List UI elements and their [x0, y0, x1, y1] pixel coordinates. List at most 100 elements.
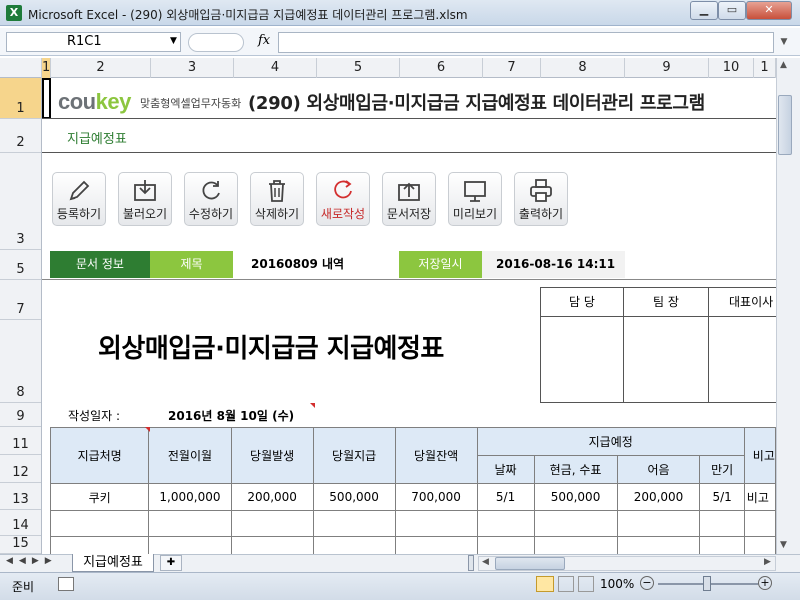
- scroll-right-icon[interactable]: ▶: [764, 557, 771, 567]
- header-bill: 어음: [616, 455, 701, 484]
- new-sheet-icon[interactable]: ✚: [160, 555, 182, 571]
- macro-record-icon[interactable]: [58, 577, 74, 591]
- table-row[interactable]: 쿠키 1,000,000 200,000 500,000 700,000 5/1…: [49, 483, 776, 511]
- column-header-cell[interactable]: 2: [51, 58, 151, 78]
- title-value[interactable]: 20160809 내역: [233, 251, 399, 278]
- row-header-cell[interactable]: 2: [0, 119, 41, 153]
- info-divider: [42, 279, 776, 280]
- cell-date[interactable]: 5/1: [476, 483, 535, 511]
- tab-split-handle[interactable]: [468, 555, 474, 571]
- row-header: 1 2 3 5 7 8 9 11 12 13 14 15: [0, 78, 42, 554]
- row-header-cell[interactable]: 14: [0, 510, 41, 536]
- preview-icon: [464, 181, 486, 202]
- scroll-up-icon[interactable]: ▲: [780, 60, 787, 70]
- schedule-table: 지급처명 전월이월 당월발생 당월지급 당월잔액 지급예정 비고 날짜 현금, …: [49, 427, 776, 554]
- cell-vendor[interactable]: 쿠키: [49, 483, 150, 511]
- column-header-cell[interactable]: 5: [317, 58, 400, 78]
- row-header-cell[interactable]: 9: [0, 403, 41, 427]
- row-header-cell[interactable]: 1: [0, 78, 41, 119]
- row-header-cell[interactable]: 15: [0, 536, 41, 554]
- preview-label: 미리보기: [452, 207, 498, 221]
- zoom-out-icon[interactable]: −: [640, 576, 654, 590]
- subtitle: 지급예정표: [67, 132, 127, 147]
- formula-input[interactable]: [278, 32, 774, 53]
- worksheet[interactable]: coukey 맞춤형엑셀업무자동화 (290) 외상매입금·미지급금 지급예정표…: [42, 78, 776, 554]
- header-balance: 당월잔액: [394, 427, 478, 484]
- row-header-cell[interactable]: 13: [0, 483, 41, 510]
- vertical-scroll-thumb[interactable]: [778, 95, 792, 155]
- delete-label: 삭제하기: [254, 207, 300, 221]
- row-header-cell[interactable]: 3: [0, 153, 41, 250]
- column-header-cell[interactable]: 8: [541, 58, 625, 78]
- cell-prev-balance[interactable]: 1,000,000: [148, 483, 232, 511]
- cell-cash[interactable]: 500,000: [533, 483, 618, 511]
- printer-icon: [530, 179, 552, 202]
- approval-team-sign[interactable]: [624, 317, 709, 403]
- column-header-cell[interactable]: 1: [754, 58, 776, 78]
- logo-tagline: 맞춤형엑셀업무자동화: [140, 97, 242, 110]
- pencil-icon: [69, 180, 90, 201]
- header-note: 비고: [743, 427, 776, 484]
- row-header-cell[interactable]: 11: [0, 427, 41, 455]
- zoom-level[interactable]: 100%: [600, 577, 634, 591]
- comment-indicator: [145, 427, 150, 432]
- insert-function-button[interactable]: fx: [258, 33, 270, 48]
- header-schedule: 지급예정: [476, 427, 745, 456]
- column-header-cell[interactable]: 10: [709, 58, 754, 78]
- chevron-down-icon[interactable]: ▼: [170, 36, 177, 46]
- sheet-nav-icons[interactable]: ◀◀▶▶: [6, 556, 58, 566]
- row-header-cell[interactable]: 12: [0, 455, 41, 483]
- cell-paid[interactable]: 500,000: [312, 483, 396, 511]
- zoom-slider-thumb[interactable]: [703, 576, 711, 591]
- load-label: 불러오기: [122, 207, 168, 221]
- approval-manager-label: 담 당: [540, 287, 624, 317]
- header-vendor: 지급처명: [49, 427, 150, 484]
- expand-formula-icon[interactable]: ▼: [776, 32, 792, 53]
- excel-icon[interactable]: X: [6, 5, 22, 21]
- status-ready: 준비: [12, 580, 35, 594]
- minimize-button[interactable]: ▁: [690, 1, 718, 20]
- row-header-cell[interactable]: 5: [0, 250, 41, 280]
- row-header-cell[interactable]: 8: [0, 320, 41, 403]
- sheet-tab[interactable]: 지급예정표: [72, 554, 154, 572]
- saved-value[interactable]: 2016-08-16 14:11: [482, 251, 625, 278]
- column-header-cell[interactable]: 3: [151, 58, 234, 78]
- title-label: 제목: [150, 251, 233, 278]
- cell-note[interactable]: 비고: [743, 483, 776, 511]
- refresh-icon: [202, 181, 220, 200]
- normal-view-icon[interactable]: [536, 576, 554, 592]
- column-header-cell[interactable]: 7: [483, 58, 541, 78]
- header-date: 날짜: [476, 455, 535, 484]
- zoom-in-icon[interactable]: +: [758, 576, 772, 590]
- cell-issued[interactable]: 200,000: [230, 483, 314, 511]
- date-value[interactable]: 2016년 8월 10일 (수): [168, 407, 294, 424]
- approval-team-label: 팀 장: [624, 287, 709, 317]
- maximize-button[interactable]: ▭: [718, 1, 746, 20]
- column-header-cell[interactable]: 1: [42, 58, 51, 78]
- name-box[interactable]: R1C1: [6, 32, 181, 52]
- scroll-down-icon[interactable]: ▼: [780, 540, 787, 550]
- horizontal-scroll-thumb[interactable]: [495, 557, 565, 570]
- cell-bill[interactable]: 200,000: [616, 483, 701, 511]
- approval-ceo-sign[interactable]: [709, 317, 776, 403]
- row-header-cell[interactable]: 7: [0, 280, 41, 320]
- table-row[interactable]: [49, 536, 776, 554]
- column-header-cell[interactable]: 9: [625, 58, 709, 78]
- approval-manager-sign[interactable]: [540, 317, 624, 403]
- column-header-cell[interactable]: 4: [234, 58, 317, 78]
- register-label: 등록하기: [56, 207, 102, 221]
- cell-due[interactable]: 5/1: [699, 483, 745, 511]
- page-layout-view-icon[interactable]: [558, 576, 574, 592]
- page-break-view-icon[interactable]: [578, 576, 594, 592]
- close-button[interactable]: ✕: [746, 1, 792, 20]
- header-issued: 당월발생: [230, 427, 314, 484]
- select-all-corner[interactable]: [0, 58, 42, 78]
- scroll-left-icon[interactable]: ◀: [482, 557, 489, 567]
- new-icon: [334, 180, 352, 199]
- selected-cell[interactable]: [42, 78, 51, 119]
- table-row[interactable]: [49, 510, 776, 537]
- cell-balance[interactable]: 700,000: [394, 483, 478, 511]
- load-icon: [134, 180, 156, 201]
- column-header-cell[interactable]: 6: [400, 58, 483, 78]
- formula-cancel-enter[interactable]: [188, 33, 244, 52]
